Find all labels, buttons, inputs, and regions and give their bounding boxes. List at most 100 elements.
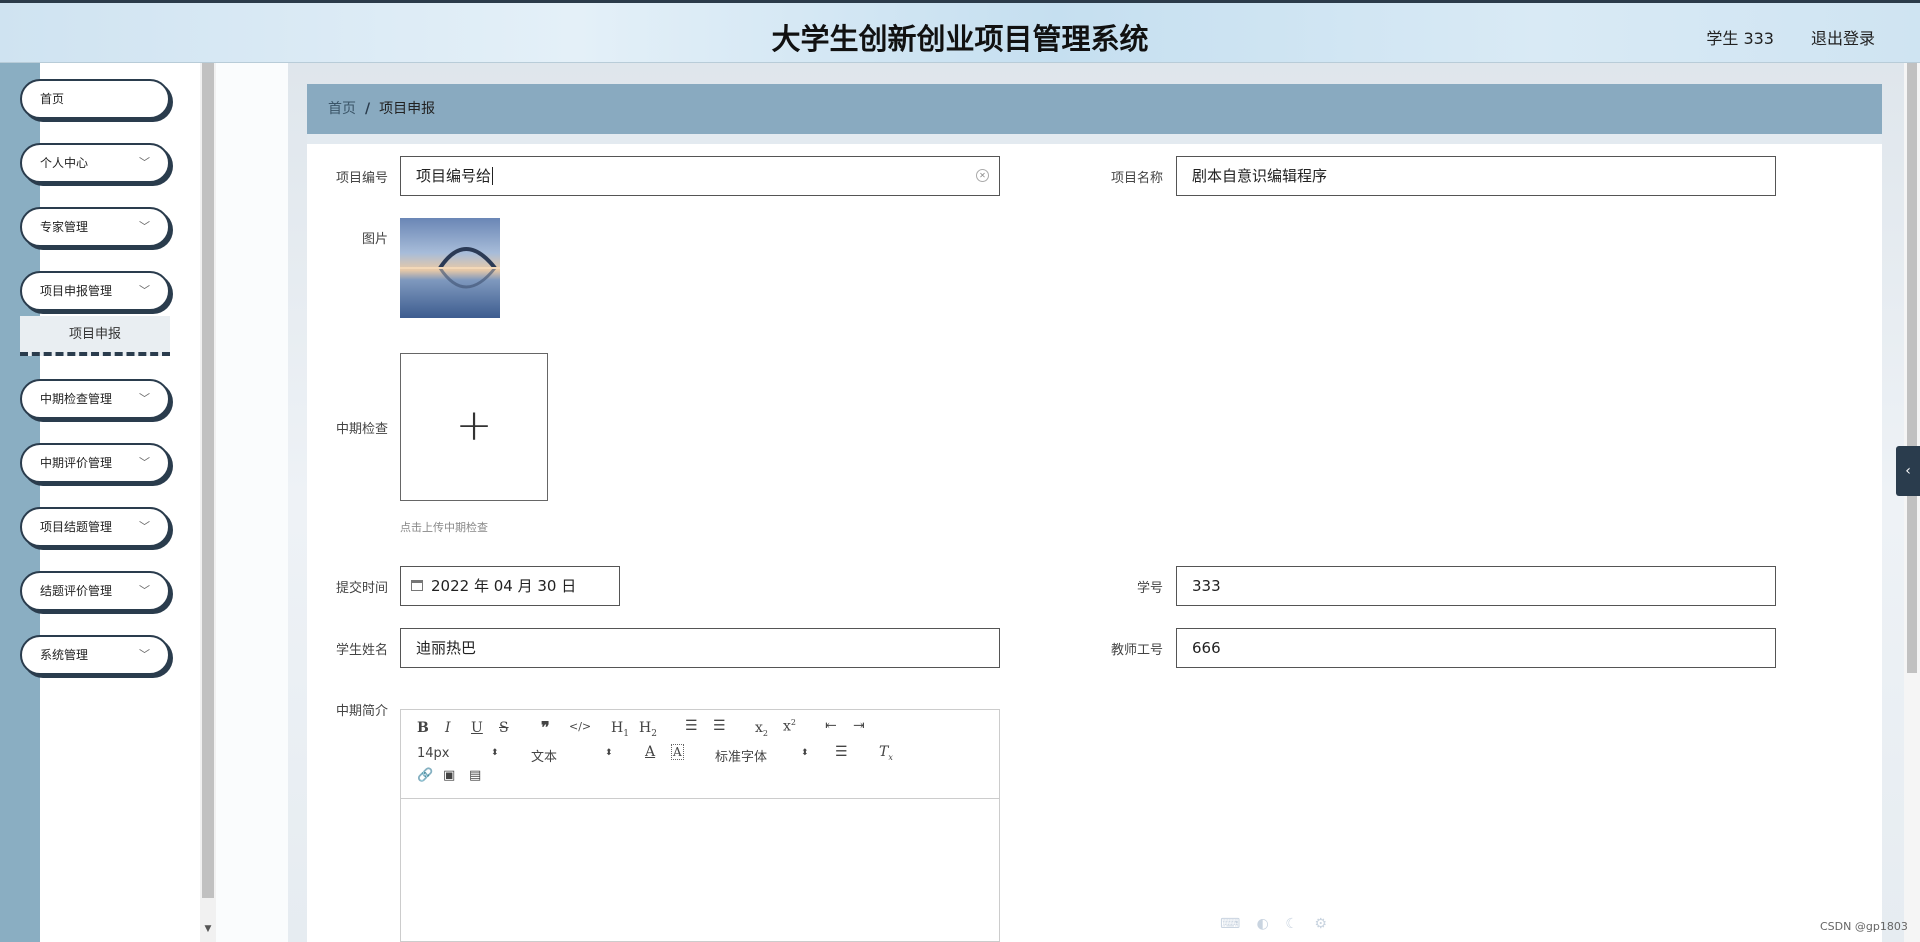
project-name-input[interactable]: 剧本自意识编辑程序 — [1176, 156, 1776, 196]
submit-time-input[interactable]: 2022 年 04 月 30 日 — [400, 566, 620, 606]
project-name-value: 剧本自意识编辑程序 — [1192, 167, 1328, 185]
sidebar-item-label: 项目申报管理 — [40, 284, 113, 298]
intro-label: 中期简介 — [335, 704, 388, 719]
chevron-down-icon: ﹀ — [139, 648, 150, 661]
plus-icon: + — [455, 400, 493, 451]
font-color-icon[interactable]: A — [645, 744, 655, 760]
breadcrumb-home-link[interactable]: 首页 — [328, 101, 356, 117]
sidebar-item-project-closure-management[interactable]: 项目结题管理 ﹀ — [20, 507, 170, 547]
sidebar-item-midterm-check-management[interactable]: 中期检查管理 ﹀ — [20, 379, 170, 419]
chevron-down-icon: ﹀ — [139, 220, 150, 233]
sidebar-item-midterm-evaluation-management[interactable]: 中期评价管理 ﹀ — [20, 443, 170, 483]
chevron-left-icon[interactable]: ‹ — [1896, 446, 1920, 496]
breadcrumb: 首页 / 项目申报 — [307, 84, 1882, 134]
editor-toolbar: B I U S ❞ </> H1 H2 ☰ ☰ x2 x2 ⇤ ⇥ 14px ⬍… — [401, 710, 999, 799]
heading2-icon[interactable]: H2 — [639, 720, 657, 739]
midterm-upload-box[interactable]: + — [400, 353, 548, 501]
sidebar-background — [0, 63, 40, 942]
sidebar-panel — [40, 63, 200, 942]
sidebar-item-label: 个人中心 — [40, 156, 89, 170]
sidebar-item-personal-center[interactable]: 个人中心 ﹀ — [20, 143, 170, 183]
ime-toolbar-icon: ⌨ ◐ ☾ ⚙ — [1220, 916, 1333, 932]
rich-text-editor: B I U S ❞ </> H1 H2 ☰ ☰ x2 x2 ⇤ ⇥ 14px ⬍… — [400, 709, 1000, 942]
blockquote-icon[interactable]: ❞ — [541, 718, 550, 737]
align-icon[interactable]: ☰ — [835, 744, 848, 760]
code-block-icon[interactable]: </> — [569, 720, 591, 733]
italic-icon[interactable]: I — [445, 720, 451, 736]
project-name-label: 项目名称 — [1110, 171, 1163, 186]
student-name-value: 迪丽热巴 — [416, 639, 477, 657]
main-gutter — [216, 63, 288, 942]
watermark: CSDN @gp1803 — [1820, 920, 1908, 933]
chevron-down-icon: ﹀ — [139, 156, 150, 169]
ordered-list-icon[interactable]: ☰ — [685, 718, 698, 734]
app-title: 大学生创新创业项目管理系统 — [771, 22, 1149, 56]
subscript-icon[interactable]: x2 — [755, 720, 768, 738]
bold-icon[interactable]: B — [417, 720, 429, 736]
background-color-icon[interactable]: A — [671, 744, 684, 760]
teacher-no-label: 教师工号 — [1110, 643, 1163, 658]
strikethrough-icon[interactable]: S — [499, 720, 509, 736]
calendar-icon — [411, 580, 423, 591]
teacher-no-value: 666 — [1192, 639, 1221, 657]
editor-content-area[interactable] — [401, 799, 999, 939]
chevron-down-icon: ﹀ — [139, 584, 150, 597]
font-size-select[interactable]: 14px ⬍ — [417, 746, 499, 761]
sidebar-item-label: 结题评价管理 — [40, 584, 113, 598]
sidebar-item-system-management[interactable]: 系统管理 ﹀ — [20, 635, 170, 675]
sidebar-subitem-project-application[interactable]: 项目申报 — [20, 316, 170, 356]
font-family-value: 标准字体 — [715, 750, 768, 765]
image-label: 图片 — [361, 232, 388, 247]
page-scroll-thumb[interactable] — [1907, 63, 1917, 673]
font-family-select[interactable]: 标准字体 ⬍ — [715, 746, 810, 765]
submit-time-value: 2022 年 04 月 30 日 — [431, 577, 577, 595]
project-image-thumbnail[interactable] — [400, 218, 500, 318]
font-size-value: 14px — [417, 746, 450, 761]
outdent-icon[interactable]: ⇤ — [825, 718, 837, 734]
sidebar-item-project-application-management[interactable]: 项目申报管理 ﹀ — [20, 271, 170, 311]
project-no-input[interactable]: 项目编号给 ✕ — [400, 156, 1000, 196]
superscript-icon[interactable]: x2 — [783, 718, 796, 735]
breadcrumb-current: 项目申报 — [379, 101, 436, 117]
chevron-down-icon: ﹀ — [139, 520, 150, 533]
breadcrumb-shadow — [307, 134, 1882, 144]
paragraph-select[interactable]: 文本 ⬍ — [531, 746, 613, 765]
page-scrollbar[interactable] — [1904, 63, 1920, 942]
clear-format-icon[interactable]: Tx — [879, 744, 893, 762]
underline-icon[interactable]: U — [471, 720, 483, 736]
upload-hint: 点击上传中期检查 — [400, 521, 488, 534]
sidebar-scroll-thumb[interactable] — [202, 63, 214, 898]
chevron-down-icon: ﹀ — [139, 392, 150, 405]
sidebar-item-label: 专家管理 — [40, 220, 89, 234]
sidebar-item-label: 中期评价管理 — [40, 456, 113, 470]
video-icon[interactable]: ▤ — [469, 768, 481, 783]
sidebar-item-home[interactable]: 首页 — [20, 79, 170, 119]
scroll-down-icon[interactable]: ▼ — [202, 924, 214, 938]
sidebar-item-label: 中期检查管理 — [40, 392, 113, 406]
sidebar-item-closure-evaluation-management[interactable]: 结题评价管理 ﹀ — [20, 571, 170, 611]
image-icon[interactable]: ▣ — [443, 768, 455, 783]
project-no-value: 项目编号给 — [416, 167, 492, 185]
midterm-check-label: 中期检查 — [335, 422, 388, 437]
indent-icon[interactable]: ⇥ — [853, 718, 865, 734]
sidebar-item-label: 项目结题管理 — [40, 520, 113, 534]
student-name-label: 学生姓名 — [335, 643, 388, 658]
select-arrows-icon: ⬍ — [491, 748, 499, 758]
student-name-input[interactable]: 迪丽热巴 — [400, 628, 1000, 668]
teacher-no-input[interactable]: 666 — [1176, 628, 1776, 668]
student-no-input[interactable]: 333 — [1176, 566, 1776, 606]
select-arrows-icon: ⬍ — [605, 748, 613, 758]
project-no-label: 项目编号 — [335, 171, 388, 186]
paragraph-value: 文本 — [531, 750, 558, 765]
clear-icon[interactable]: ✕ — [976, 169, 989, 182]
submit-time-label: 提交时间 — [335, 581, 388, 596]
select-arrows-icon: ⬍ — [801, 748, 809, 758]
bullet-list-icon[interactable]: ☰ — [713, 718, 726, 734]
bridge-reflection-image — [400, 247, 500, 289]
sidebar-item-label: 系统管理 — [40, 648, 89, 662]
logout-button[interactable]: 退出登录 — [1811, 25, 1875, 49]
sidebar-item-expert-management[interactable]: 专家管理 ﹀ — [20, 207, 170, 247]
heading1-icon[interactable]: H1 — [611, 720, 629, 739]
app-header: 大学生创新创业项目管理系统 学生 333 退出登录 — [0, 0, 1920, 63]
link-icon[interactable]: 🔗 — [417, 768, 433, 783]
